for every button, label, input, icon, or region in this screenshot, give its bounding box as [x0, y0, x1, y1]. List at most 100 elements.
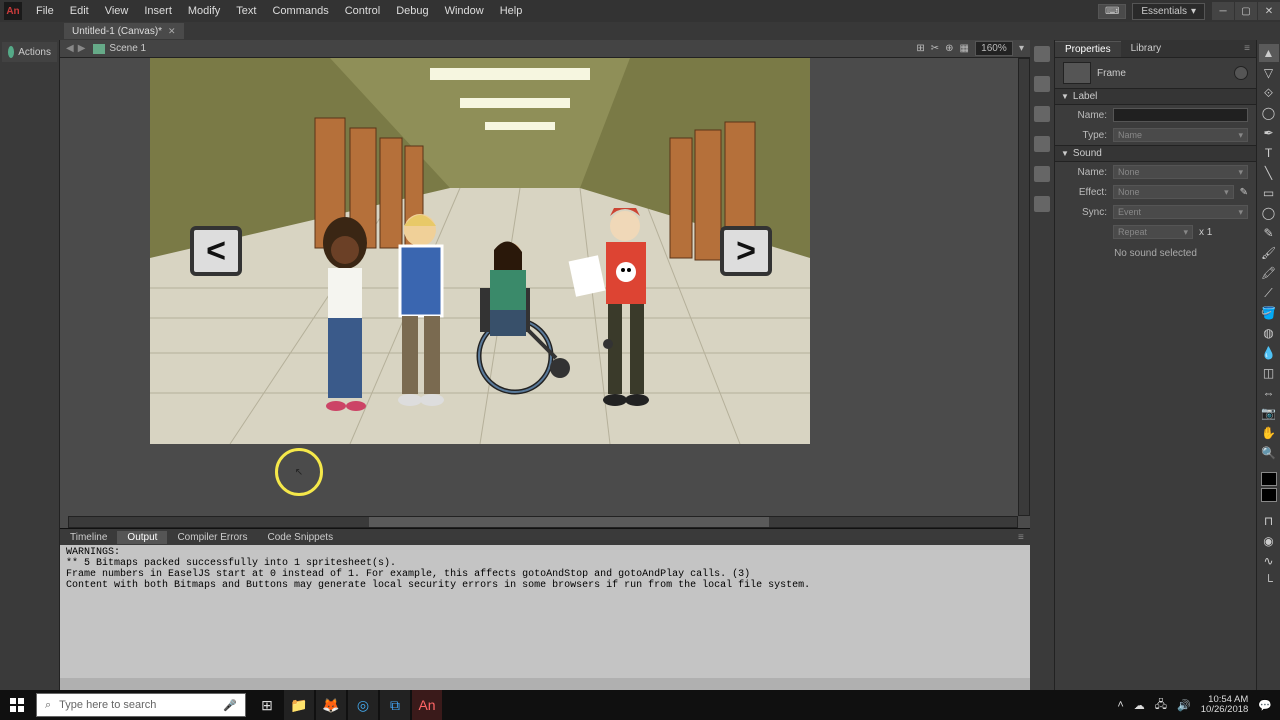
tab-output[interactable]: Output: [117, 531, 167, 544]
lasso-tool-icon[interactable]: ◯: [1259, 104, 1279, 122]
label-type-dropdown[interactable]: Name▾: [1113, 128, 1248, 142]
minimize-button[interactable]: ─: [1212, 2, 1234, 20]
panel-menu-icon[interactable]: ≡: [1018, 532, 1030, 543]
menu-window[interactable]: Window: [437, 5, 492, 17]
panel-menu-icon[interactable]: ≡: [1238, 43, 1256, 54]
prev-button[interactable]: <: [190, 226, 242, 276]
task-view-icon[interactable]: ⊞: [252, 690, 282, 720]
sound-sync-dropdown[interactable]: Event▾: [1113, 205, 1248, 219]
label-name-input[interactable]: [1113, 108, 1248, 122]
bone-tool-icon[interactable]: ⟋: [1259, 284, 1279, 302]
forward-arrow-icon[interactable]: ▶: [78, 43, 86, 54]
width-tool-icon[interactable]: ⇔: [1259, 384, 1279, 402]
sync-settings-icon[interactable]: ⌨: [1098, 4, 1126, 19]
menu-insert[interactable]: Insert: [136, 5, 180, 17]
menu-modify[interactable]: Modify: [180, 5, 228, 17]
section-label[interactable]: ▼Label: [1055, 88, 1256, 105]
subselection-tool-icon[interactable]: ▽: [1259, 64, 1279, 82]
menu-commands[interactable]: Commands: [264, 5, 336, 17]
eraser-tool-icon[interactable]: ◫: [1259, 364, 1279, 382]
tab-library[interactable]: Library: [1121, 41, 1172, 56]
tray-volume-icon[interactable]: 🔊: [1177, 699, 1191, 712]
paint-brush-tool-icon[interactable]: 🖍: [1259, 264, 1279, 282]
tray-network-icon[interactable]: 🖧: [1155, 696, 1167, 715]
tab-compiler-errors[interactable]: Compiler Errors: [167, 531, 257, 544]
menu-view[interactable]: View: [97, 5, 137, 17]
stage-tool-icon[interactable]: ✂: [931, 43, 939, 54]
taskbar-explorer-icon[interactable]: 📁: [284, 690, 314, 720]
tray-clock[interactable]: 10:54 AM 10/26/2018: [1201, 695, 1249, 715]
scene-name[interactable]: Scene 1: [109, 43, 146, 54]
stage-tool-icon[interactable]: ⊕: [945, 43, 953, 54]
stage[interactable]: < > ↖: [60, 58, 1030, 528]
tab-properties[interactable]: Properties: [1055, 41, 1121, 57]
scene-nav[interactable]: ◀▶: [66, 43, 85, 54]
menu-control[interactable]: Control: [337, 5, 388, 17]
option-smooth-icon[interactable]: ∿: [1259, 552, 1279, 570]
taskbar-search[interactable]: ⌕ Type here to search 🎤: [36, 693, 246, 717]
stage-tool-icon[interactable]: ▦: [960, 43, 969, 54]
paint-bucket-tool-icon[interactable]: 🪣: [1259, 304, 1279, 322]
actions-panel-button[interactable]: Actions: [2, 42, 57, 62]
selection-tool-icon[interactable]: ▲: [1259, 44, 1279, 62]
taskbar-vscode-icon[interactable]: ⧉: [380, 690, 410, 720]
dock-info-icon[interactable]: [1034, 136, 1050, 152]
menu-edit[interactable]: Edit: [62, 5, 97, 17]
stage-tool-icon[interactable]: ⊞: [916, 43, 924, 54]
option-straighten-icon[interactable]: └: [1259, 572, 1279, 590]
sound-effect-dropdown[interactable]: None▾: [1113, 185, 1234, 199]
hand-tool-icon[interactable]: ✋: [1259, 424, 1279, 442]
oval-tool-icon[interactable]: ◯: [1259, 204, 1279, 222]
vertical-scrollbar[interactable]: [1018, 58, 1030, 516]
dock-transform-icon[interactable]: [1034, 166, 1050, 182]
zoom-field[interactable]: 160%: [975, 41, 1013, 56]
output-scrollbar[interactable]: [60, 678, 1030, 690]
dock-color-icon[interactable]: [1034, 76, 1050, 92]
edit-effect-icon[interactable]: ✎: [1240, 187, 1248, 198]
taskbar-app-icon[interactable]: ◎: [348, 690, 378, 720]
sound-repeat-dropdown[interactable]: Repeat▾: [1113, 225, 1193, 239]
document-tab[interactable]: Untitled-1 (Canvas)* ✕: [64, 23, 184, 39]
free-transform-tool-icon[interactable]: ⟐: [1259, 84, 1279, 102]
tray-cloud-icon[interactable]: ☁: [1134, 699, 1145, 712]
taskbar-firefox-icon[interactable]: 🦊: [316, 690, 346, 720]
rectangle-tool-icon[interactable]: ▭: [1259, 184, 1279, 202]
taskbar-animate-icon[interactable]: An: [412, 690, 442, 720]
ink-bottle-tool-icon[interactable]: ◍: [1259, 324, 1279, 342]
menu-text[interactable]: Text: [228, 5, 264, 17]
tray-notifications-icon[interactable]: 💬: [1258, 699, 1272, 712]
fill-swatch[interactable]: [1261, 488, 1277, 502]
next-button[interactable]: >: [720, 226, 772, 276]
horizontal-scrollbar[interactable]: [68, 516, 1018, 528]
output-text[interactable]: WARNINGS: ** 5 Bitmaps packed successful…: [60, 545, 1030, 678]
tab-timeline[interactable]: Timeline: [60, 531, 117, 544]
pen-tool-icon[interactable]: ✒: [1259, 124, 1279, 142]
maximize-button[interactable]: ▢: [1235, 2, 1257, 20]
dock-swatches-icon[interactable]: [1034, 106, 1050, 122]
close-tab-icon[interactable]: ✕: [168, 26, 176, 37]
section-sound[interactable]: ▼Sound: [1055, 145, 1256, 162]
help-icon[interactable]: [1234, 66, 1248, 80]
eyedropper-tool-icon[interactable]: 💧: [1259, 344, 1279, 362]
chevron-down-icon[interactable]: ▾: [1019, 43, 1024, 54]
dock-components-icon[interactable]: [1034, 196, 1050, 212]
start-button[interactable]: [0, 690, 34, 720]
option-snap-icon[interactable]: ⊓: [1259, 512, 1279, 530]
menu-debug[interactable]: Debug: [388, 5, 436, 17]
sound-name-dropdown[interactable]: None▾: [1113, 165, 1248, 179]
menu-file[interactable]: File: [28, 5, 62, 17]
tray-chevron-icon[interactable]: ˄: [1117, 699, 1123, 711]
zoom-tool-icon[interactable]: 🔍: [1259, 444, 1279, 462]
brush-tool-icon[interactable]: 🖌: [1259, 244, 1279, 262]
stroke-swatch[interactable]: [1261, 472, 1277, 486]
back-arrow-icon[interactable]: ◀: [66, 43, 74, 54]
dock-align-icon[interactable]: [1034, 46, 1050, 62]
workspace-dropdown[interactable]: Essentials▾: [1132, 3, 1205, 20]
menu-help[interactable]: Help: [492, 5, 531, 17]
pencil-tool-icon[interactable]: ✎: [1259, 224, 1279, 242]
camera-tool-icon[interactable]: 📷: [1259, 404, 1279, 422]
mic-icon[interactable]: 🎤: [223, 699, 237, 712]
tab-code-snippets[interactable]: Code Snippets: [257, 531, 343, 544]
text-tool-icon[interactable]: T: [1259, 144, 1279, 162]
line-tool-icon[interactable]: ╲: [1259, 164, 1279, 182]
